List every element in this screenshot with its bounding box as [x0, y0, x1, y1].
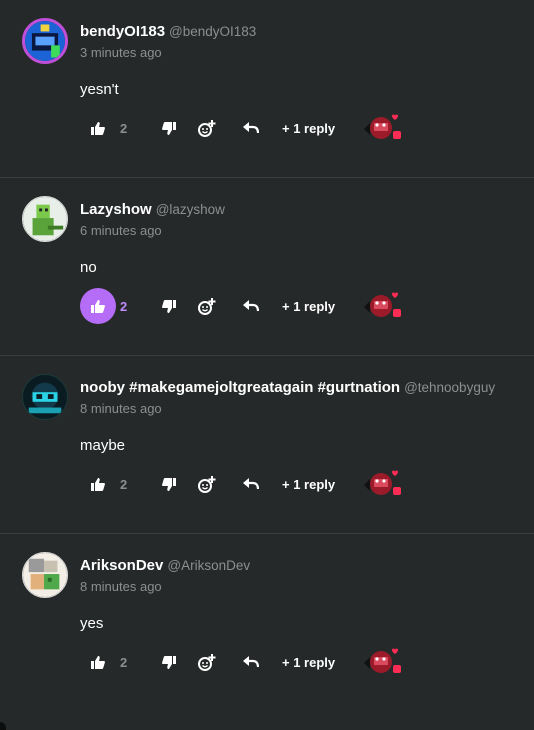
avatar[interactable]: [22, 552, 68, 598]
window-corner: [0, 722, 6, 730]
author-name[interactable]: Lazyshow: [80, 201, 152, 218]
comment-item: Lazyshow @lazyshow 6 minutes ago no 2 + 1…: [0, 178, 534, 356]
add-reaction-icon: [198, 297, 216, 315]
comment-actions: 2 + 1 reply: [80, 110, 420, 146]
comment-text: maybe: [80, 437, 126, 454]
like-button[interactable]: [80, 466, 116, 502]
thumbs-down-icon: [162, 299, 176, 313]
add-reaction-icon: [198, 475, 216, 493]
replies-link[interactable]: + 1 reply: [282, 110, 335, 146]
author-name[interactable]: AriksonDev: [80, 557, 163, 574]
avatar[interactable]: [22, 18, 68, 64]
author-name[interactable]: nooby #makegamejoltgreatagain #gurtnatio…: [80, 379, 400, 396]
like-count[interactable]: 2: [120, 466, 127, 502]
avatar[interactable]: [22, 196, 68, 242]
thumbs-up-icon: [91, 477, 105, 491]
reply-arrow-icon: [243, 656, 259, 668]
replies-link[interactable]: + 1 reply: [282, 466, 335, 502]
replies-link[interactable]: + 1 reply: [282, 288, 335, 324]
author-name[interactable]: bendyOI183: [80, 23, 165, 40]
author-handle[interactable]: @lazyshow: [156, 202, 225, 217]
reply-author-avatar[interactable]: [364, 644, 406, 680]
comment-actions: 2 + 1 reply: [80, 288, 420, 324]
dislike-button[interactable]: [156, 644, 182, 680]
reply-author-avatar[interactable]: [364, 110, 406, 146]
thumbs-down-icon: [162, 121, 176, 135]
add-reaction-button[interactable]: [194, 110, 220, 146]
dislike-button[interactable]: [156, 466, 182, 502]
dislike-button[interactable]: [156, 288, 182, 324]
author-line: Lazyshow @lazyshow: [80, 201, 225, 218]
like-button[interactable]: [80, 644, 116, 680]
comment-item: bendyOI183 @bendyOI183 3 minutes ago yesn…: [0, 0, 534, 178]
add-reaction-icon: [198, 653, 216, 671]
timestamp[interactable]: 3 minutes ago: [80, 45, 162, 60]
author-handle[interactable]: @AriksonDev: [167, 558, 250, 573]
timestamp[interactable]: 6 minutes ago: [80, 223, 162, 238]
like-count[interactable]: 2: [120, 644, 127, 680]
thumbs-up-icon: [91, 655, 105, 669]
thumbs-down-icon: [162, 655, 176, 669]
reply-arrow-icon: [243, 478, 259, 490]
thumbs-down-icon: [162, 477, 176, 491]
timestamp[interactable]: 8 minutes ago: [80, 401, 162, 416]
like-button[interactable]: [80, 288, 116, 324]
reply-button[interactable]: [238, 110, 264, 146]
author-line: nooby #makegamejoltgreatagain #gurtnatio…: [80, 379, 495, 396]
reply-button[interactable]: [238, 466, 264, 502]
reply-arrow-icon: [243, 122, 259, 134]
author-handle[interactable]: @tehnoobyguy: [404, 380, 495, 395]
comment-text: yes: [80, 615, 104, 632]
like-button[interactable]: [80, 110, 116, 146]
comment-actions: 2 + 1 reply: [80, 644, 420, 680]
comment-item: AriksonDev @AriksonDev 8 minutes ago yes …: [0, 534, 534, 712]
add-reaction-button[interactable]: [194, 644, 220, 680]
timestamp[interactable]: 8 minutes ago: [80, 579, 162, 594]
like-count[interactable]: 2: [120, 110, 127, 146]
reply-button[interactable]: [238, 288, 264, 324]
reply-author-avatar[interactable]: [364, 466, 406, 502]
add-reaction-button[interactable]: [194, 288, 220, 324]
like-count[interactable]: 2: [120, 288, 127, 324]
author-handle[interactable]: @bendyOI183: [169, 24, 256, 39]
dislike-button[interactable]: [156, 110, 182, 146]
add-reaction-button[interactable]: [194, 466, 220, 502]
comment-text: yesn't: [80, 81, 119, 98]
reply-arrow-icon: [243, 300, 259, 312]
thumbs-up-icon: [91, 299, 105, 313]
avatar[interactable]: [22, 374, 68, 420]
author-line: AriksonDev @AriksonDev: [80, 557, 250, 574]
reply-author-avatar[interactable]: [364, 288, 406, 324]
author-line: bendyOI183 @bendyOI183: [80, 23, 256, 40]
add-reaction-icon: [198, 119, 216, 137]
comment-actions: 2 + 1 reply: [80, 466, 420, 502]
reply-button[interactable]: [238, 644, 264, 680]
comment-item: nooby #makegamejoltgreatagain #gurtnatio…: [0, 356, 534, 534]
thumbs-up-icon: [91, 121, 105, 135]
comment-text: no: [80, 259, 97, 276]
replies-link[interactable]: + 1 reply: [282, 644, 335, 680]
